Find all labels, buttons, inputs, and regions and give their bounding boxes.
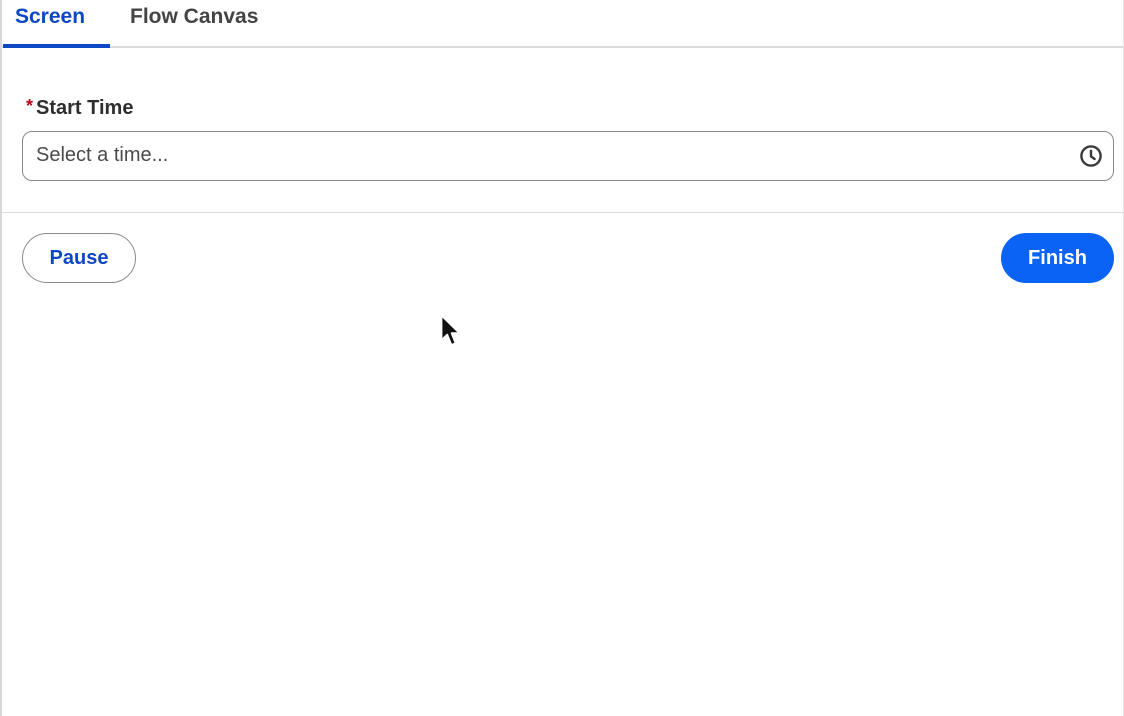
tab-screen-label: Screen [15, 5, 86, 28]
start-time-label-text: Start Time [36, 97, 134, 119]
start-time-label: * Start Time [26, 96, 134, 120]
start-time-input[interactable] [23, 132, 1063, 179]
footer-divider [2, 212, 1124, 213]
tab-flow-canvas-label: Flow Canvas [130, 5, 259, 28]
clock-icon[interactable] [1079, 144, 1103, 168]
start-time-field[interactable] [22, 131, 1114, 181]
mouse-pointer-icon [440, 314, 461, 346]
finish-button[interactable]: Finish [1001, 233, 1114, 283]
tab-screen[interactable]: Screen [3, 0, 110, 48]
flow-screen-panel: Screen Flow Canvas *Start Time Pause Fin… [0, 0, 1124, 716]
tab-bar: Screen Flow Canvas [2, 0, 1124, 48]
pause-button[interactable]: Pause [22, 233, 136, 283]
required-marker: * [26, 96, 34, 116]
tab-flow-canvas[interactable]: Flow Canvas [118, 0, 270, 46]
